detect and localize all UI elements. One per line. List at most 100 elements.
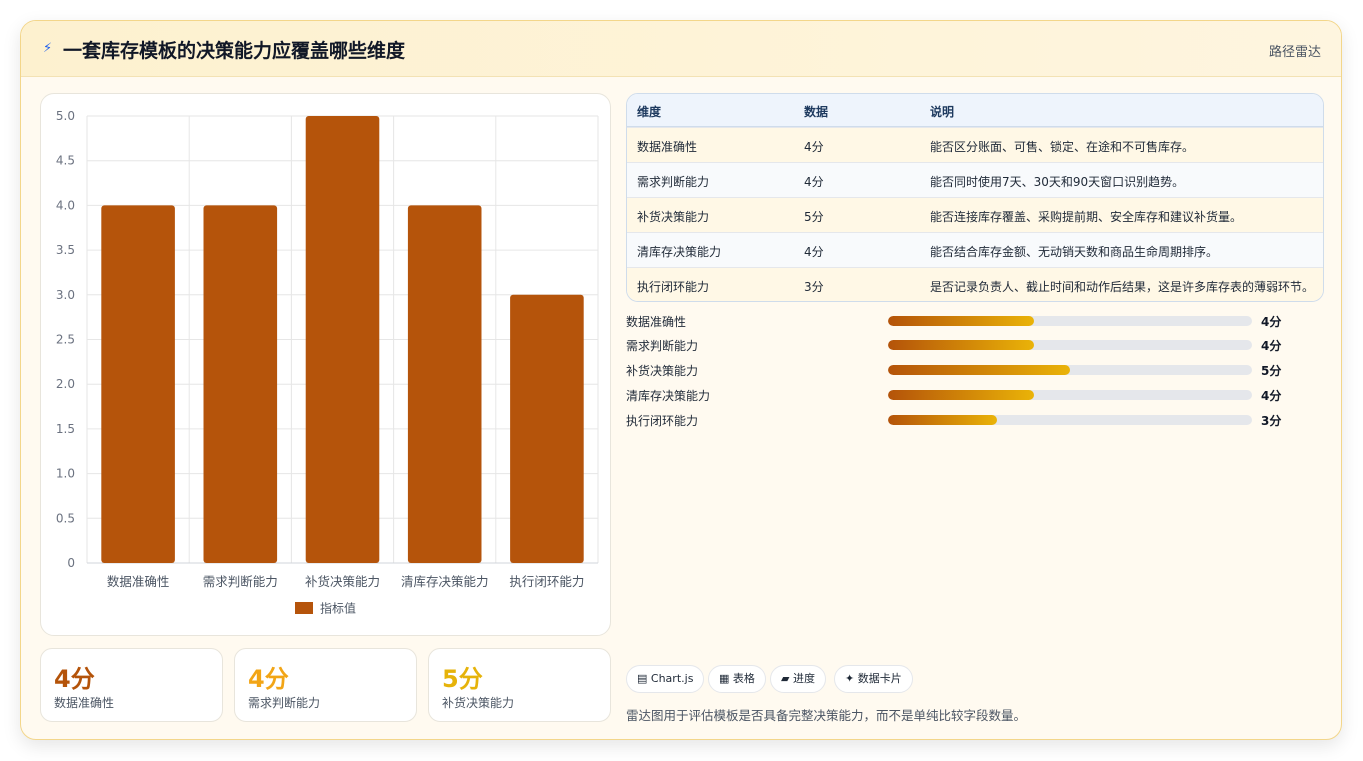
progress-fill (888, 390, 1034, 400)
tag-progress[interactable]: ▰ 进度 (770, 665, 826, 693)
bar (407, 205, 482, 563)
progress-track (888, 390, 1252, 400)
table-row: 需求判断能力 4分 能否同时使用7天、30天和90天窗口识别趋势。 (627, 162, 1323, 197)
progress-fill (888, 316, 1034, 326)
progress-value: 5分 (1261, 364, 1282, 378)
progress-label: 补货决策能力 (626, 364, 699, 378)
table-cell: 能否区分账面、可售、锁定、在途和不可售库存。 (930, 140, 1195, 154)
y-tick-label: 0.5 (56, 511, 75, 525)
table-cell: 能否同时使用7天、30天和90天窗口识别趋势。 (930, 175, 1185, 189)
y-tick-label: 0 (67, 556, 75, 570)
bar-chart: 0 0.5 1.0 1.5 2.0 2.5 3.0 3.5 4.0 4.5 5.0 数据准确性 需求判断… (56, 109, 599, 616)
page-title: 一套库存模板的决策能力应覆盖哪些维度 (63, 40, 406, 62)
y-tick-label: 3.0 (56, 288, 75, 302)
y-tick-label: 5.0 (56, 109, 75, 123)
stat-label: 补货决策能力 (442, 696, 515, 710)
y-tick-label: 1.0 (56, 467, 75, 481)
table-icon: ▦ (719, 672, 730, 685)
table-row: 执行闭环能力 3分 是否记录负责人、截止时间和动作后结果，这是许多库存表的薄弱环… (627, 267, 1323, 301)
progress-track (888, 340, 1252, 350)
table-cell: 补货决策能力 (637, 210, 710, 224)
y-tick-label: 4.5 (56, 154, 75, 168)
progress-item: 补货决策能力 5分 (626, 361, 1326, 379)
report-card: ⚡ 一套库存模板的决策能力应覆盖哪些维度 路径雷达 0 0.5 1.0 1.5 2.0 2… (20, 20, 1342, 740)
table-header-cell: 说明 (930, 105, 955, 119)
table-cell: 5分 (804, 210, 824, 224)
tag-label: 数据卡片 (857, 672, 902, 685)
x-tick-label: 数据准确性 (107, 574, 170, 589)
table-cell: 能否连接库存覆盖、采购提前期、安全库存和建议补货量。 (930, 210, 1243, 224)
bar (203, 205, 278, 563)
table-cell: 4分 (804, 175, 824, 189)
table-cell: 需求判断能力 (637, 175, 710, 189)
progress-track (888, 365, 1252, 375)
stat-card: 5分 补货决策能力 (428, 648, 611, 722)
bar-chart-panel: 0 0.5 1.0 1.5 2.0 2.5 3.0 3.5 4.0 4.5 5.0 数据准确性 需求判断… (40, 93, 611, 636)
bar (510, 294, 584, 563)
table-cell: 4分 (804, 245, 824, 259)
x-tick-label: 清库存决策能力 (401, 574, 489, 589)
sparkle-icon: ✦ (845, 672, 855, 685)
progress-fill (888, 415, 998, 425)
table-cell: 执行闭环能力 (637, 280, 710, 294)
progress-label: 执行闭环能力 (626, 414, 699, 428)
progress-value: 4分 (1261, 339, 1282, 353)
stat-value: 4分 (54, 665, 95, 693)
bolt-icon: ⚡ (43, 41, 53, 56)
progress-label: 清库存决策能力 (626, 389, 711, 403)
stat-card: 4分 数据准确性 (40, 648, 223, 722)
progress-value: 4分 (1261, 389, 1282, 403)
table-cell: 3分 (804, 280, 824, 294)
progress-fill (888, 365, 1070, 375)
x-tick-label: 需求判断能力 (203, 574, 278, 589)
progress-item: 需求判断能力 4分 (626, 336, 1326, 354)
table-cell: 是否记录负责人、截止时间和动作后结果，这是许多库存表的薄弱环节。 (930, 280, 1315, 294)
x-tick-label: 补货决策能力 (305, 574, 380, 589)
stat-value: 5分 (442, 665, 483, 693)
table-row: 补货决策能力 5分 能否连接库存覆盖、采购提前期、安全库存和建议补货量。 (627, 197, 1323, 232)
progress-value: 3分 (1261, 414, 1282, 428)
footnote: 雷达图用于评估模板是否具备完整决策能力，而不是单纯比较字段数量。 (626, 708, 1027, 723)
progress-track (888, 316, 1252, 326)
table-cell: 数据准确性 (637, 140, 698, 154)
bar (101, 205, 175, 563)
chart-icon: ▤ (637, 672, 648, 685)
progress-label: 数据准确性 (626, 315, 687, 329)
stat-value: 4分 (248, 665, 289, 693)
table-cell: 清库存决策能力 (637, 245, 722, 259)
y-tick-label: 1.5 (56, 422, 75, 436)
stat-card: 4分 需求判断能力 (234, 648, 417, 722)
dimension-table: 维度 数据 说明 数据准确性 4分 能否区分账面、可售、锁定、在途和不可售库存。… (626, 93, 1324, 302)
card-header: ⚡ 一套库存模板的决策能力应覆盖哪些维度 路径雷达 (21, 21, 1341, 77)
table-header-cell: 维度 (637, 105, 662, 119)
legend-swatch (295, 602, 313, 614)
table-header: 维度 数据 说明 (627, 94, 1323, 127)
tag-label: 进度 (792, 672, 815, 685)
table-header-cell: 数据 (804, 105, 829, 119)
bar (305, 116, 380, 563)
stat-label: 数据准确性 (54, 696, 115, 710)
progress-icon: ▰ (781, 672, 790, 685)
route-label: 路径雷达 (1268, 45, 1321, 60)
y-tick-label: 2.0 (56, 377, 75, 391)
legend-label: 指标值 (320, 601, 356, 616)
table-cell: 能否结合库存金额、无动销天数和商品生命周期排序。 (930, 245, 1219, 259)
stat-label: 需求判断能力 (248, 696, 321, 710)
table-row: 数据准确性 4分 能否区分账面、可售、锁定、在途和不可售库存。 (627, 127, 1323, 162)
y-tick-label: 3.5 (56, 243, 75, 257)
tag-table[interactable]: ▦ 表格 (708, 665, 766, 693)
progress-item: 清库存决策能力 4分 (626, 386, 1326, 404)
progress-item: 执行闭环能力 3分 (626, 411, 1326, 429)
progress-label: 需求判断能力 (626, 339, 699, 353)
x-tick-label: 执行闭环能力 (509, 574, 584, 589)
progress-item: 数据准确性 4分 (626, 312, 1326, 330)
table-row: 清库存决策能力 4分 能否结合库存金额、无动销天数和商品生命周期排序。 (627, 232, 1323, 267)
tag-label: Chart.js (650, 672, 694, 685)
tag-data-card[interactable]: ✦ 数据卡片 (834, 665, 913, 693)
progress-value: 4分 (1261, 315, 1282, 329)
tag-label: 表格 (732, 672, 755, 685)
y-tick-label: 2.5 (56, 333, 75, 347)
y-tick-label: 4.0 (56, 198, 75, 212)
tag-chartjs[interactable]: ▤ Chart.js (626, 665, 705, 693)
progress-fill (888, 340, 1034, 350)
